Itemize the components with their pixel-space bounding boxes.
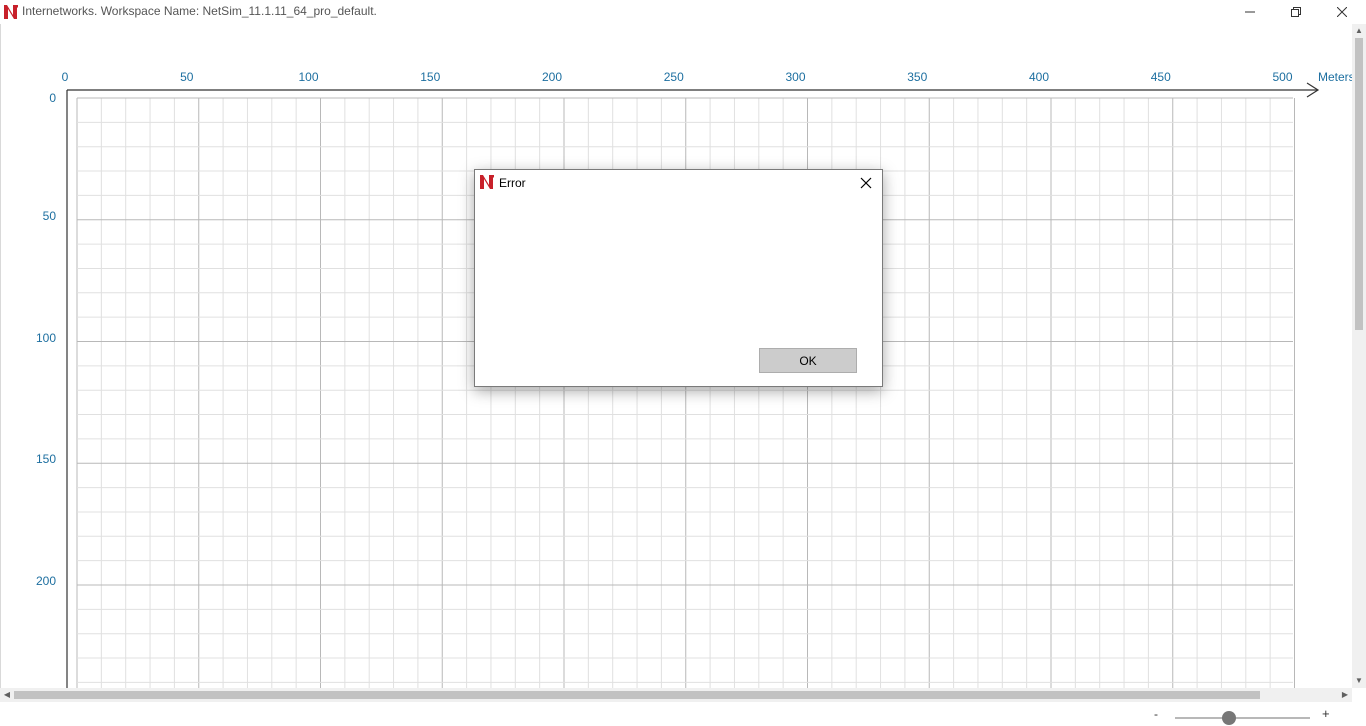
x-tick-label: 100: [298, 70, 319, 84]
zoom-slider-track[interactable]: [1175, 717, 1310, 719]
scroll-down-icon[interactable]: ▼: [1352, 674, 1366, 688]
minimize-icon: [1245, 11, 1255, 13]
horizontal-scrollbar[interactable]: ◀ ▶: [0, 688, 1352, 702]
netsim-logo-icon: [3, 4, 19, 20]
x-axis-unit: Meters: [1318, 70, 1353, 84]
title-bar: Internetworks. Workspace Name: NetSim_11…: [0, 0, 1366, 24]
zoom-slider-thumb[interactable]: [1222, 711, 1236, 725]
y-tick-label: 200: [35, 574, 56, 588]
x-tick-label: 0: [61, 70, 69, 84]
x-tick-label: 450: [1150, 70, 1171, 84]
x-tick-label: 300: [785, 70, 806, 84]
minimize-button[interactable]: [1227, 0, 1273, 24]
close-icon: [860, 177, 872, 189]
restore-icon: [1291, 7, 1301, 17]
x-tick-label: 150: [420, 70, 441, 84]
zoom-in-button[interactable]: +: [1322, 706, 1330, 721]
window-title: Internetworks. Workspace Name: NetSim_11…: [22, 4, 377, 18]
restore-button[interactable]: [1273, 0, 1319, 24]
vertical-scrollbar[interactable]: ▲ ▼: [1352, 24, 1366, 688]
dialog-title: Error: [499, 176, 526, 190]
y-tick-label: 100: [35, 330, 56, 345]
x-tick-label: 50: [180, 70, 194, 84]
dialog-close-button[interactable]: [851, 172, 881, 194]
y-tick-label: 150: [35, 452, 56, 467]
ok-button[interactable]: OK: [759, 348, 857, 373]
zoom-out-button[interactable]: -: [1154, 707, 1158, 721]
error-dialog: Error OK: [474, 169, 883, 387]
status-bar: - +: [0, 702, 1366, 726]
scroll-up-icon[interactable]: ▲: [1352, 24, 1366, 38]
x-tick-label: 500: [1272, 70, 1293, 84]
scroll-left-icon[interactable]: ◀: [0, 688, 14, 702]
x-tick-label: 400: [1028, 70, 1050, 84]
netsim-logo-icon: [479, 174, 495, 190]
horizontal-scroll-thumb[interactable]: [14, 691, 1260, 699]
scroll-right-icon[interactable]: ▶: [1338, 688, 1352, 702]
x-tick-label: 200: [541, 70, 563, 84]
x-tick-label: 350: [907, 70, 928, 84]
y-tick-label: 0: [49, 91, 56, 105]
vertical-scroll-thumb[interactable]: [1355, 38, 1363, 330]
close-icon: [1337, 7, 1347, 17]
x-tick-label: 250: [663, 70, 684, 84]
y-tick-label: 50: [42, 208, 56, 223]
close-window-button[interactable]: [1319, 0, 1365, 24]
